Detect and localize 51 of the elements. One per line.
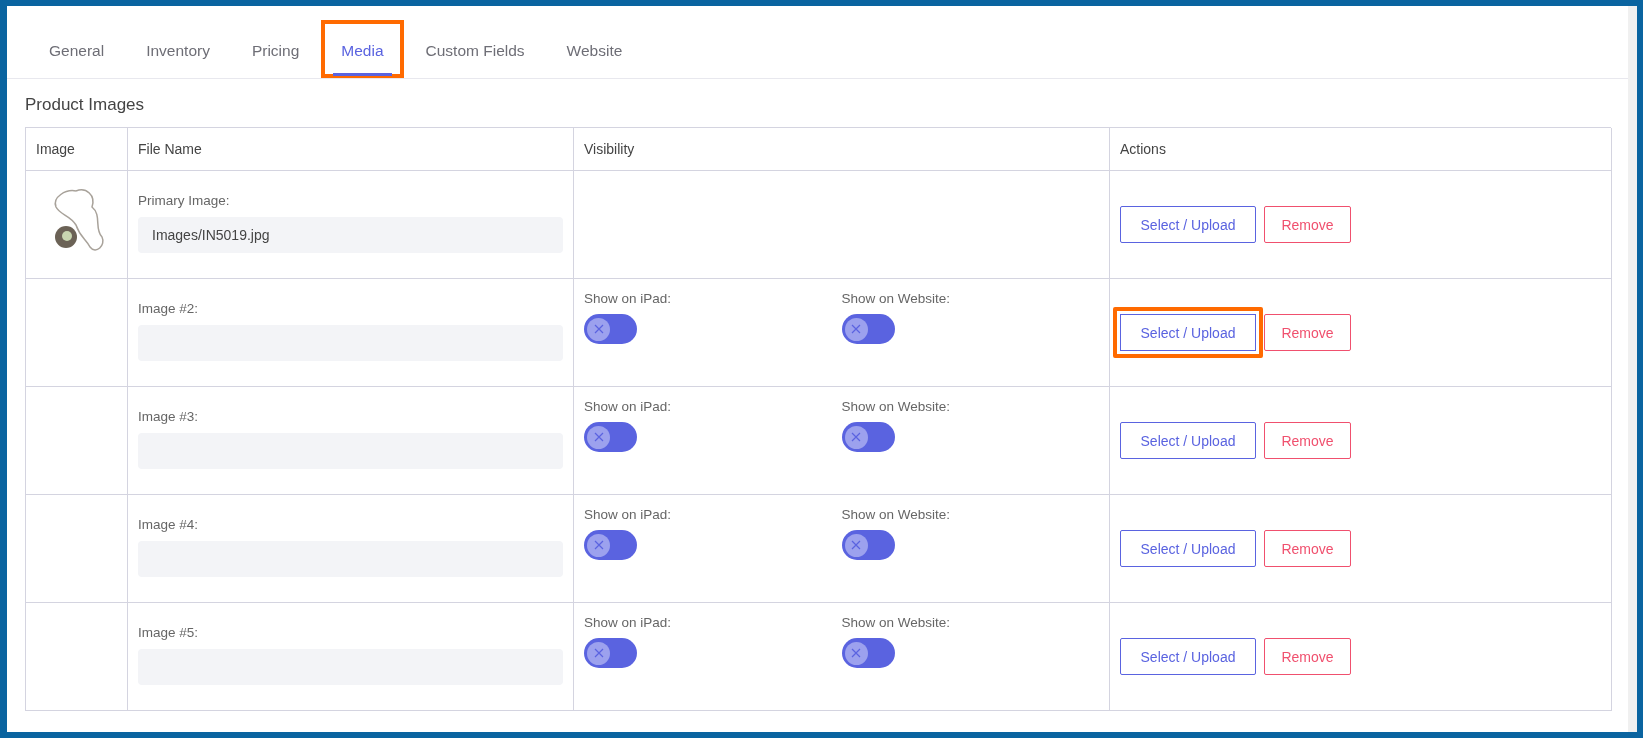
file-name-field[interactable]: Images/IN5019.jpg (138, 217, 563, 253)
remove-button[interactable]: Remove (1264, 422, 1351, 459)
tab[interactable]: Pricing (243, 28, 308, 76)
column-header: Actions (1110, 128, 1612, 171)
tab[interactable]: Website (558, 28, 631, 76)
toggle-label: Show on Website: (841, 399, 952, 414)
toggle-label: Show on Website: (841, 615, 952, 630)
close-icon (851, 432, 861, 442)
toggle-switch[interactable] (584, 314, 637, 344)
column-header: File Name (128, 128, 574, 171)
toggle-switch[interactable] (584, 530, 637, 560)
field-label: Image #3: (138, 409, 200, 424)
toggle-switch[interactable] (584, 638, 637, 668)
toggle-label: Show on Website: (841, 291, 952, 306)
select-upload-button[interactable]: Select / Upload (1113, 307, 1263, 358)
field-label: Primary Image: (138, 193, 231, 208)
column-header: Image (26, 128, 128, 171)
select-upload-button[interactable]: Select / Upload (1120, 206, 1256, 243)
remove-button[interactable]: Remove (1264, 206, 1351, 243)
select-upload-button[interactable]: Select / Upload (1120, 530, 1256, 567)
column-header: Visibility (574, 128, 1110, 171)
section-title: Product Images (25, 95, 146, 115)
toggle-label: Show on Website: (841, 507, 952, 522)
close-icon (851, 540, 861, 550)
select-upload-button[interactable]: Select / Upload (1120, 422, 1256, 459)
tab[interactable]: Inventory (138, 28, 218, 76)
toggle-label: Show on iPad: (584, 615, 673, 630)
close-icon (851, 648, 861, 658)
field-label: Image #4: (138, 517, 200, 532)
toggle-switch[interactable] (841, 314, 895, 344)
toggle-switch[interactable] (584, 422, 637, 452)
close-icon (593, 648, 604, 658)
tab[interactable]: Custom Fields (417, 28, 533, 76)
remove-button[interactable]: Remove (1264, 638, 1351, 675)
toggle-switch[interactable] (841, 530, 895, 560)
close-icon (593, 432, 604, 442)
remove-button[interactable]: Remove (1264, 530, 1351, 567)
toggle-label: Show on iPad: (584, 291, 673, 306)
close-icon (593, 540, 604, 550)
tab[interactable]: Media (333, 28, 392, 76)
toggle-switch[interactable] (841, 638, 895, 668)
field-label: Image #5: (138, 625, 200, 640)
close-icon (593, 324, 604, 334)
field-label: Image #2: (138, 301, 200, 316)
close-icon (851, 324, 861, 334)
toggle-label: Show on iPad: (584, 399, 673, 414)
remove-button[interactable]: Remove (1264, 314, 1351, 351)
tab[interactable]: General (41, 28, 113, 76)
toggle-switch[interactable] (841, 422, 895, 452)
select-upload-button[interactable]: Select / Upload (1120, 638, 1256, 675)
toggle-label: Show on iPad: (584, 507, 673, 522)
